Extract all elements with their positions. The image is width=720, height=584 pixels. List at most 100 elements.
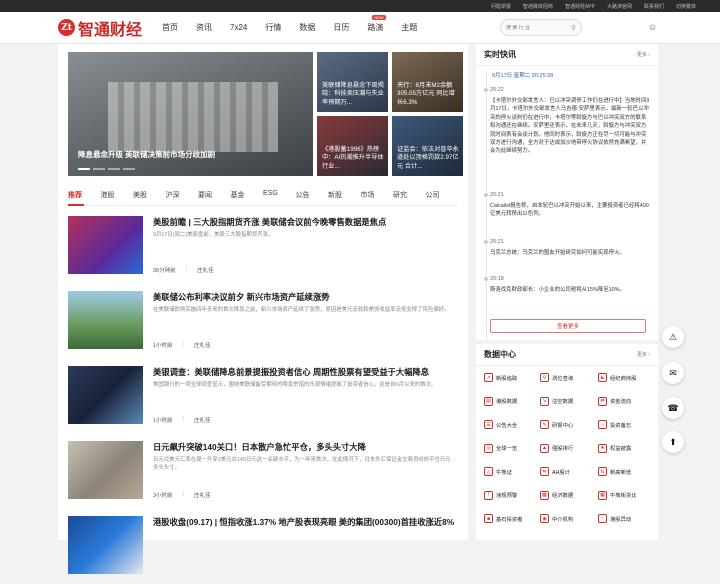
data-item-strong-stocks[interactable]: ▲ 强股排行 bbox=[540, 443, 598, 454]
topbar-link-app[interactable]: 智通财经APP bbox=[565, 3, 595, 10]
hero-carousel[interactable]: 降息悬念升级 美联储决策前市场分歧加剧 bbox=[68, 52, 313, 176]
hero-image bbox=[108, 82, 278, 152]
meta-divider: | bbox=[182, 341, 184, 347]
live-news-item[interactable]: 20:21 Calcalist报告称，自本轮巴以冲突开始以来，主要投资者已经将4… bbox=[484, 192, 650, 219]
live-news-text[interactable]: 乌克兰总统：乌克兰的盟友开始研究如何可能实现停火。 bbox=[490, 249, 650, 257]
tab-fund[interactable]: 基金 bbox=[231, 190, 264, 205]
live-news-item[interactable]: 20:22 【卡塔尔外交部发言人：已以冲突调停工作仍在进行中】当地时间9月17日… bbox=[484, 87, 650, 156]
topbar-link-traditional[interactable]: 切换繁体 bbox=[676, 3, 696, 10]
tab-announcements[interactable]: 公告 bbox=[296, 190, 329, 205]
view-more-button[interactable]: 查看更多 bbox=[490, 319, 646, 333]
tab-recommend[interactable]: 推荐 bbox=[68, 190, 101, 205]
article-time: 3小时前 bbox=[153, 493, 173, 499]
article-item[interactable]: 美银调查：美联储降息前景提振投资者信心 周期性股票有望受益于大幅降息 美国银行的… bbox=[68, 366, 463, 434]
carousel-dot[interactable] bbox=[123, 168, 135, 170]
data-item-position-query[interactable]: ⚲ 涡位查询 bbox=[540, 372, 598, 383]
article-author[interactable]: 庄礼佳 bbox=[194, 416, 211, 424]
article-thumbnail[interactable] bbox=[68, 441, 143, 499]
data-item-broker-holdings[interactable]: ☯ 经纪商持股 bbox=[598, 372, 656, 383]
data-item-disclosure[interactable]: ★ 权益披露 bbox=[598, 443, 656, 454]
article-item[interactable]: 美联储公布利率决议前夕 新兴市场资产延续涨势 在美联储即将实施四年多来的首次降息… bbox=[68, 291, 463, 359]
data-item-intermediaries[interactable]: ◉ 中介机构 bbox=[540, 513, 598, 524]
search-input[interactable] bbox=[506, 24, 564, 31]
search-icon[interactable]: ⚲ bbox=[571, 24, 576, 32]
data-item-hk-movers[interactable]: ↑ 港股异动 bbox=[598, 513, 656, 524]
data-item-label: 全球一览 bbox=[496, 446, 518, 452]
topbar-link-report[interactable]: 问题举报 bbox=[491, 3, 511, 10]
nav-item-quotes[interactable]: 行情 bbox=[265, 22, 281, 33]
back-to-top-icon[interactable]: ⬆ bbox=[662, 431, 684, 453]
tab-research[interactable]: 研究 bbox=[393, 190, 426, 205]
article-title[interactable]: 美联储公布利率决议前夕 新兴市场资产延续涨势 bbox=[153, 291, 458, 303]
user-icon[interactable]: ☺ bbox=[648, 22, 657, 32]
article-author[interactable]: 庄礼佳 bbox=[194, 341, 211, 349]
site-logo[interactable]: Zt 智通财经 bbox=[58, 16, 142, 40]
live-news-text[interactable]: 斯洛伐克财政部长：小企业的公司税将从15%降至10%。 bbox=[490, 286, 650, 294]
data-item-global-overview[interactable]: ◎ 全球一览 bbox=[484, 443, 540, 454]
data-item-new-highs-lows[interactable]: ⇅ 新高新低 bbox=[598, 466, 656, 477]
tab-esg[interactable]: ESG bbox=[263, 190, 296, 205]
data-item-announcements[interactable]: ☰ 公告大全 bbox=[484, 419, 540, 430]
topbar-link-contact[interactable]: 联系我们 bbox=[644, 3, 664, 10]
nav-item-home[interactable]: 首页 bbox=[162, 22, 178, 33]
article-thumbnail[interactable] bbox=[68, 291, 143, 349]
article-title[interactable]: 美银调查：美联储降息前景提振投资者信心 周期性股票有望受益于大幅降息 bbox=[153, 366, 458, 378]
live-news-time: 20:21 bbox=[490, 192, 504, 198]
warning-icon[interactable]: ⚠ bbox=[662, 326, 684, 348]
headline-tile[interactable]: 央行：8月末M2余额305.05万亿元 同比增长6.3% bbox=[392, 52, 463, 112]
tab-market[interactable]: 市场 bbox=[361, 190, 394, 205]
data-item-ipo-tracker[interactable]: ↗ 新股追踪 bbox=[484, 372, 540, 383]
tab-company[interactable]: 公司 bbox=[426, 190, 459, 205]
data-item-economic-data[interactable]: ▩ 经济数据 bbox=[540, 490, 598, 501]
data-item-violation-alerts[interactable]: ! 违规预警 bbox=[484, 490, 540, 501]
headline-tile[interactable]: 《港股蓄1996》热榜中：AI热潮推升半导体行业... bbox=[317, 116, 388, 176]
tab-hk[interactable]: 港股 bbox=[101, 190, 134, 205]
carousel-dot[interactable] bbox=[78, 168, 90, 170]
live-news-text[interactable]: Calcalist报告称，自本轮巴以冲突开始以来，主要投资者已经将400亿美元转… bbox=[490, 202, 650, 219]
data-item-cbbc[interactable]: △ 牛熊证 bbox=[484, 466, 540, 477]
topbar-link-roadshow[interactable]: 大路演官网 bbox=[607, 3, 632, 10]
nav-item-7x24[interactable]: 7x24 bbox=[230, 23, 247, 32]
article-author[interactable]: 庄礼佳 bbox=[194, 491, 211, 499]
data-item-cornerstone[interactable]: ■ 基石投资者 bbox=[484, 513, 540, 524]
live-news-text[interactable]: 【卡塔尔外交部发言人：已以冲突调停工作仍在进行中】当地时间9月17日，卡塔尔外交… bbox=[490, 97, 650, 156]
nav-item-data[interactable]: 数据 bbox=[299, 22, 315, 33]
data-item-short-data[interactable]: ↘ 沽空数据 bbox=[540, 396, 598, 407]
headline-tile[interactable]: 证监会：依法对普华永道处以顶格罚款2.97亿元 合计... bbox=[392, 116, 463, 176]
article-thumbnail[interactable] bbox=[68, 516, 143, 574]
hero-caption[interactable]: 降息悬念升级 美联储决策前市场分歧加剧 bbox=[78, 149, 215, 160]
live-news-item[interactable]: 20:18 斯洛伐克财政部长：小企业的公司税将从15%降至10%。 bbox=[484, 276, 650, 294]
article-thumbnail[interactable] bbox=[68, 366, 143, 424]
live-news-item[interactable]: 20:21 乌克兰总统：乌克兰的盟友开始研究如何可能实现停火。 bbox=[484, 239, 650, 257]
headset-icon[interactable]: ☎ bbox=[662, 397, 684, 419]
article-item[interactable]: 日元飙升突破140关口！日本散户急忙平仓，多头头寸大降 日元兑美元汇率在周一升穿… bbox=[68, 441, 463, 509]
live-news-more-link[interactable]: 更多 › bbox=[637, 51, 650, 58]
data-item-investment-memo[interactable]: ☼ 投资备忘 bbox=[598, 419, 656, 430]
data-center-more-link[interactable]: 更多 › bbox=[637, 351, 650, 358]
nav-item-news[interactable]: 资讯 bbox=[196, 22, 212, 33]
tab-ipo[interactable]: 新股 bbox=[328, 190, 361, 205]
article-item[interactable]: 美股前瞻 | 三大股指期货齐涨 美联储会议前今晚零售数据是焦点 9月17日(周二… bbox=[68, 216, 463, 284]
tab-us[interactable]: 美股 bbox=[133, 190, 166, 205]
nav-item-calendar[interactable]: 日历 bbox=[333, 22, 349, 33]
carousel-dot[interactable] bbox=[108, 168, 120, 170]
nav-item-roadshow[interactable]: 路演 NEW bbox=[367, 15, 386, 33]
article-item[interactable]: 港股收盘(09.17) | 恒指收涨1.37% 地产股表现亮眼 美的集团(003… bbox=[68, 516, 463, 584]
carousel-dot[interactable] bbox=[93, 168, 105, 170]
article-author[interactable]: 庄礼佳 bbox=[197, 266, 214, 274]
article-title[interactable]: 美股前瞻 | 三大股指期货齐涨 美联储会议前今晚零售数据是焦点 bbox=[153, 216, 458, 228]
article-title[interactable]: 港股收盘(09.17) | 恒指收涨1.37% 地产股表现亮眼 美的集团(003… bbox=[153, 516, 458, 528]
data-item-fund-flow[interactable]: ⇄ 资金流向 bbox=[598, 396, 656, 407]
tab-headlines[interactable]: 要闻 bbox=[198, 190, 231, 205]
article-title[interactable]: 日元飙升突破140关口！日本散户急忙平仓，多头头寸大降 bbox=[153, 441, 458, 453]
data-item-hk-data[interactable]: ▤ 港股数据 bbox=[484, 396, 540, 407]
chat-icon[interactable]: ✉ bbox=[662, 362, 684, 384]
data-item-cbbc-ratio[interactable]: ▦ 牛熊街货比 bbox=[598, 490, 656, 501]
data-item-ah-stocks[interactable]: ⇋ AH股计 bbox=[540, 466, 598, 477]
data-item-research-center[interactable]: ✎ 研报中心 bbox=[540, 419, 598, 430]
nav-item-topics[interactable]: 主题 bbox=[401, 22, 417, 33]
headline-tile[interactable]: 美联储降息悬念下周揭晓：科技卖压潮与失业率预期万... bbox=[317, 52, 388, 112]
topbar-link-media[interactable]: 智通媒体招商 bbox=[523, 3, 553, 10]
article-thumbnail[interactable] bbox=[68, 216, 143, 274]
tab-a-share[interactable]: 沪深 bbox=[166, 190, 199, 205]
